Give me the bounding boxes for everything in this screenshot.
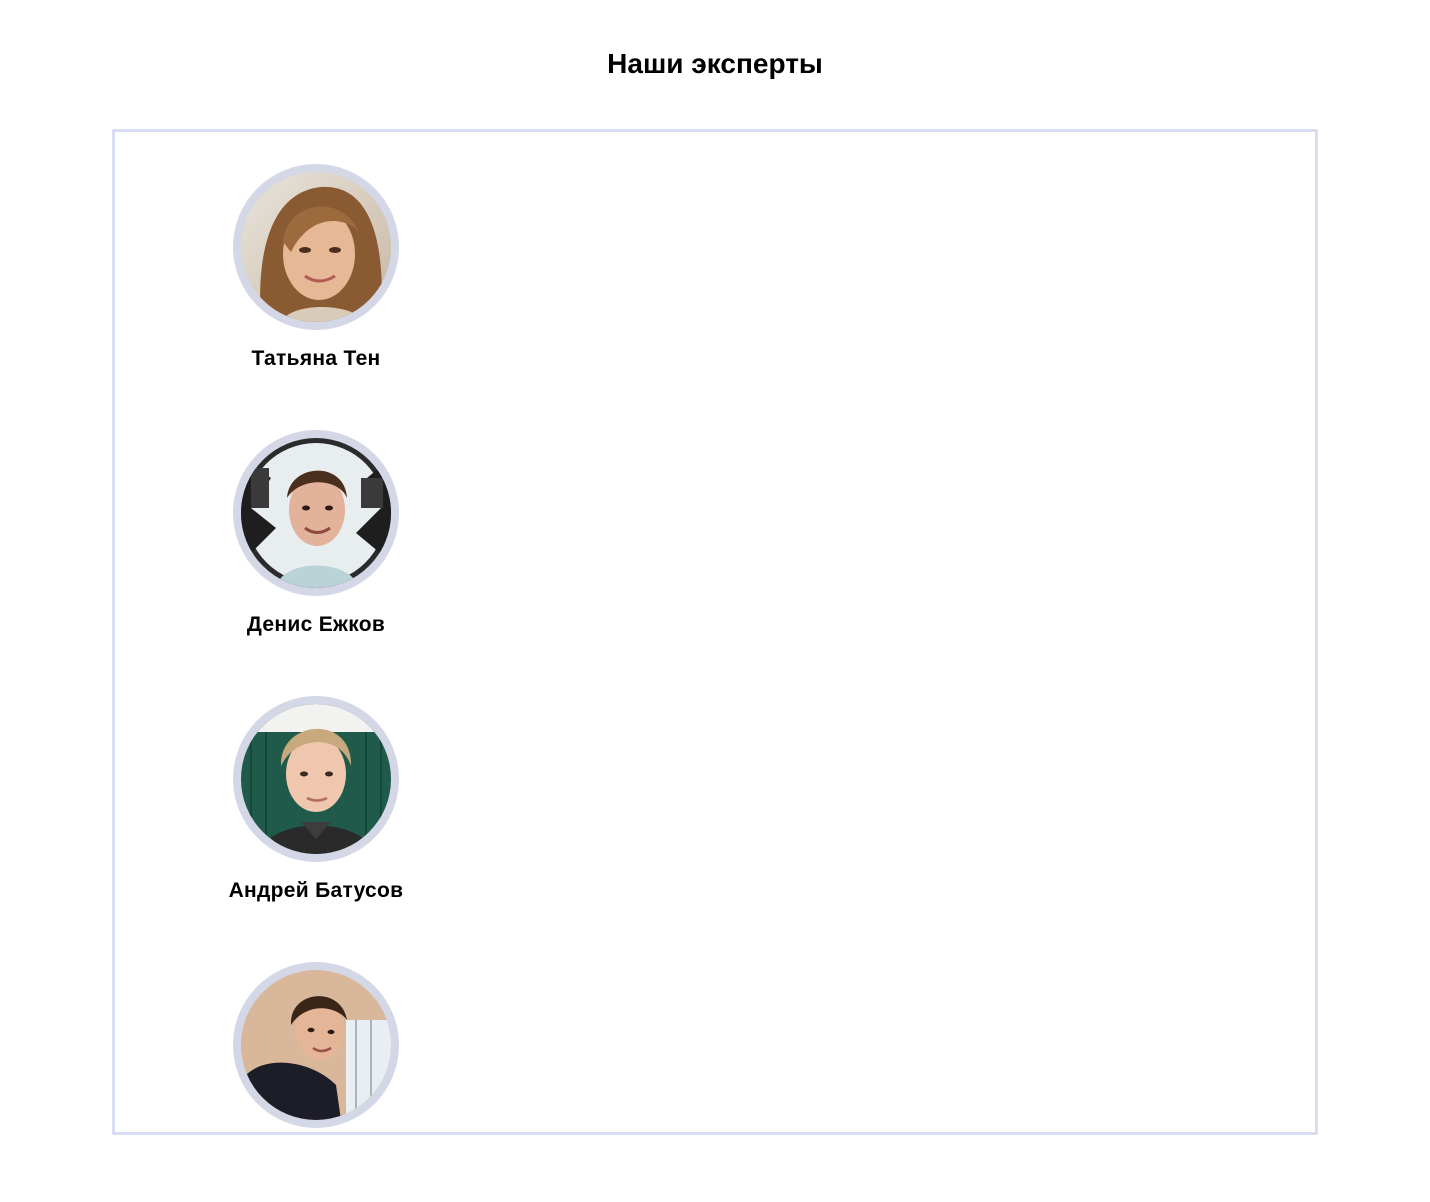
expert-card[interactable]: Андрей Батусов (115, 696, 515, 936)
expert-photo (241, 970, 391, 1120)
expert-card[interactable]: Денис Ежков (115, 430, 515, 670)
expert-photo (241, 704, 391, 854)
female-portrait-photo (241, 172, 391, 322)
expert-card[interactable]: Татьяна Тен (115, 164, 515, 404)
male-portrait-photo (241, 438, 391, 588)
page-title: Наши эксперты (607, 48, 823, 79)
expert-photo (241, 438, 391, 588)
expert-avatar[interactable] (233, 430, 399, 596)
expert-avatar[interactable] (233, 164, 399, 330)
expert-avatar[interactable] (233, 962, 399, 1128)
experts-list: Татьяна Тен Денис Ежков Андрей Батусов (112, 129, 1318, 1135)
expert-name[interactable]: Андрей Батусов (115, 876, 517, 906)
expert-name[interactable]: Татьяна Тен (115, 344, 517, 374)
expert-photo (241, 172, 391, 322)
male-portrait-photo (241, 970, 391, 1120)
expert-card[interactable] (115, 962, 515, 1202)
male-portrait-photo (241, 704, 391, 854)
expert-avatar[interactable] (233, 696, 399, 862)
expert-name[interactable]: Денис Ежков (115, 610, 517, 640)
